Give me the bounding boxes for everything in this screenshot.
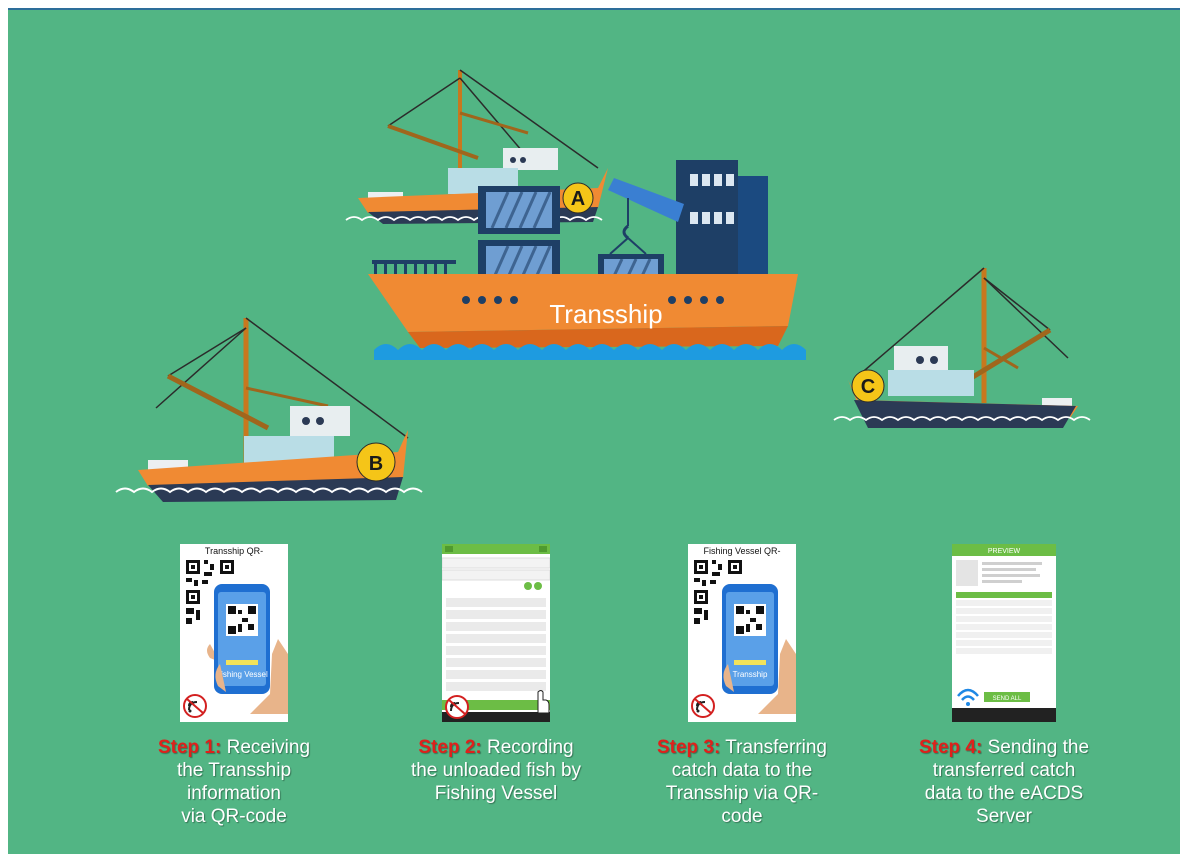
transship-label: Transship: [549, 299, 662, 329]
step-3-image: Fishing Vessel QR- Transship: [688, 544, 796, 722]
transshipment-scene: Transship A B C: [115, 69, 1091, 502]
fishing-vessel-c: [833, 267, 1091, 428]
step-number: Step 3: [656, 737, 715, 758]
phone-label: Transship: [733, 670, 768, 679]
svg-text:B: B: [369, 453, 383, 475]
no-wifi-icon: [445, 695, 469, 719]
svg-text:A: A: [571, 188, 585, 210]
badge-c: C: [851, 369, 885, 403]
step-1-caption: Step 1: Receiving the Transship informat…: [157, 737, 311, 827]
step-2-caption: Step 2: Recording the unloaded fish by F…: [410, 737, 582, 804]
step-4-caption: Step 4: Sending the transferred catch da…: [918, 737, 1090, 827]
step-number: Step 4: [918, 737, 976, 758]
badge-a: A: [562, 182, 594, 214]
preview-title: PREVIEW: [988, 548, 1021, 555]
badge-b: B: [356, 442, 396, 482]
step-number: Step 2: [418, 737, 476, 758]
step-4-image: PREVIEW SEND ALL: [952, 544, 1056, 722]
diagram-canvas: Transship A B C Transship QR- Fishing Ve…: [8, 8, 1180, 854]
step-2-image: [442, 544, 550, 722]
no-wifi-icon: [691, 694, 715, 718]
phone-label: Fishing Vessel: [216, 670, 268, 679]
step-1-image: Transship QR- Fishing Vessel: [180, 544, 288, 722]
step-3-caption: Step 3: Transferring catch data to the T…: [656, 737, 827, 827]
step-number: Step 1: [157, 737, 215, 758]
svg-text:C: C: [861, 376, 875, 398]
send-all-button: SEND ALL: [993, 696, 1022, 702]
no-wifi-icon: [183, 694, 207, 718]
